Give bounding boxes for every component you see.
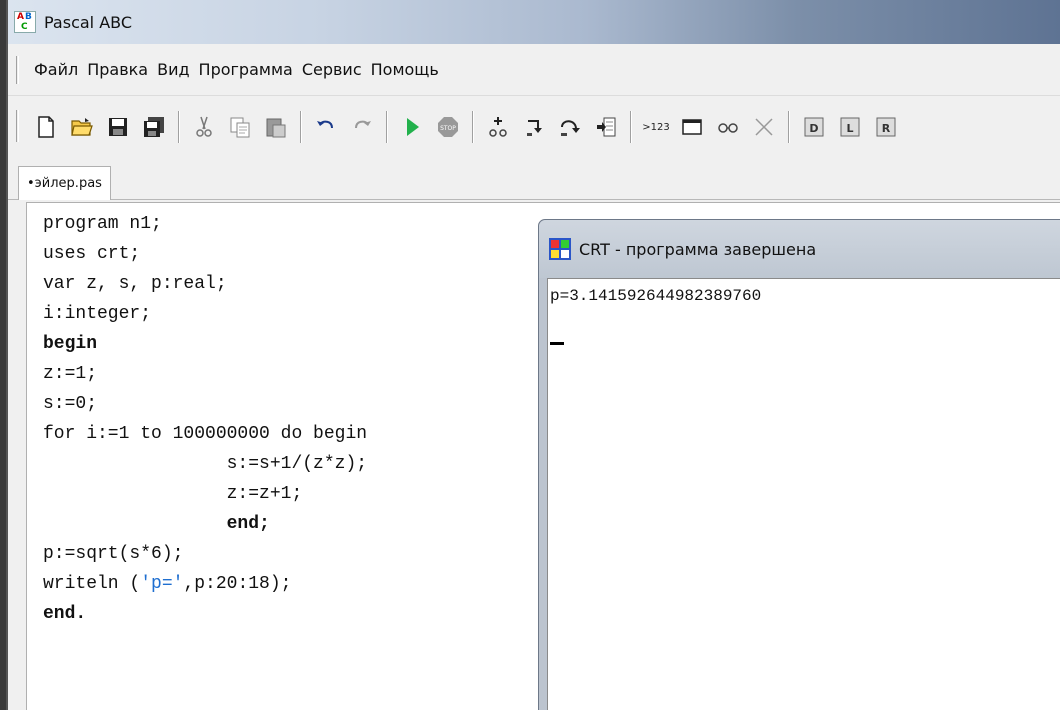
close-icon [755,118,773,136]
save-all-icon [144,117,164,137]
pascal-abc-window: ABC Pascal ABC Файл Правка Вид Программа… [6,0,1060,710]
code-line: p:=sqrt(s*6); [43,544,184,564]
menu-service[interactable]: Сервис [302,60,362,79]
debug-l-icon: L [840,117,860,137]
toolbar: STOP >123 D L R [8,96,1060,158]
menu-help[interactable]: Помощь [371,60,439,79]
stop-icon: STOP [438,117,458,137]
eval-expression-icon: >123 [642,121,670,133]
menu-file[interactable]: Файл [34,60,78,79]
code-line: i:integer; [43,304,152,324]
console-cursor [550,342,564,345]
code-line: end; [43,514,270,534]
crt-app-icon [549,238,571,260]
close-button[interactable] [752,115,776,139]
debug-r-button[interactable]: R [874,115,898,139]
crt-output-text: p=3.141592644982389760 [550,287,762,305]
debug-r-icon: R [876,117,896,137]
stop-button[interactable]: STOP [436,115,460,139]
debug-l-button[interactable]: L [838,115,862,139]
pascal-abc-app-icon: ABC [14,11,36,33]
paste-button[interactable] [264,115,288,139]
new-file-icon [38,116,54,138]
code-line: uses crt; [43,244,141,264]
debug-d-icon: D [804,117,824,137]
code-line: begin [43,334,98,354]
cut-button[interactable] [192,115,216,139]
save-all-button[interactable] [142,115,166,139]
debug-d-button[interactable]: D [802,115,826,139]
cut-icon [196,116,212,137]
add-watch-icon [489,117,507,137]
menu-edit[interactable]: Правка [87,60,148,79]
title-bar[interactable]: ABC Pascal ABC [8,0,1060,44]
undo-button[interactable] [314,115,338,139]
run-button[interactable] [400,115,424,139]
redo-icon [355,120,371,129]
step-over-button[interactable] [558,115,582,139]
redo-button[interactable] [350,115,374,139]
undo-icon [317,120,333,129]
toolbar-separator [386,111,388,143]
menu-program[interactable]: Программа [199,60,293,79]
crt-title-bar[interactable]: CRT - программа завершена [539,220,1060,278]
svg-text:L: L [846,122,853,135]
run-to-cursor-button[interactable] [594,115,618,139]
window-title: Pascal ABC [44,12,133,32]
toolbar-separator [472,111,474,143]
crt-window-title: CRT - программа завершена [579,239,817,259]
code-line: var z, s, p:real; [43,274,227,294]
code-line: program n1; [43,214,162,234]
toolbar-separator [178,111,180,143]
code-line: z:=z+1; [43,484,303,504]
copy-button[interactable] [228,115,252,139]
open-folder-icon [71,118,93,136]
code-line: end. [43,604,87,624]
step-over-icon [561,120,580,136]
eval-expression-button[interactable]: >123 [642,115,670,139]
code-line: s:=s+1/(z*z); [43,454,368,474]
svg-text:STOP: STOP [440,125,456,132]
watch-button[interactable] [716,115,740,139]
svg-text:R: R [882,122,891,135]
copy-icon [230,117,250,138]
crt-console[interactable]: p=3.141592644982389760 [547,278,1060,710]
run-to-cursor-icon [597,117,616,137]
toolbar-grip[interactable] [16,110,19,142]
code-line: z:=1; [43,364,98,384]
menu-bar: Файл Правка Вид Программа Сервис Помощь [8,44,1060,96]
step-into-button[interactable] [522,115,546,139]
string-literal: 'p=' [140,574,184,594]
new-file-button[interactable] [34,115,58,139]
output-window-icon [682,119,702,135]
code-line: for i:=1 to 100000000 do begin [43,424,368,444]
add-watch-button[interactable] [486,115,510,139]
toolbar-separator [630,111,632,143]
save-button[interactable] [106,115,130,139]
code-line: s:=0; [43,394,98,414]
menu-bar-grip[interactable] [16,56,19,84]
step-into-icon [527,120,542,136]
watch-icon [718,123,738,133]
toolbar-separator [788,111,790,143]
paste-icon [266,118,286,138]
toolbar-separator [300,111,302,143]
editor-tab-strip: •эйлер.pas [8,158,1060,200]
run-icon [407,118,419,136]
tab-euler-pas[interactable]: •эйлер.pas [18,166,111,200]
tab-label: •эйлер.pas [27,176,102,191]
crt-output-window[interactable]: CRT - программа завершена p=3.1415926449… [538,219,1060,710]
output-window-button[interactable] [680,115,704,139]
save-icon [109,118,127,136]
code-line-writeln: writeln ('p=',p:20:18); [43,574,292,594]
open-file-button[interactable] [70,115,94,139]
svg-text:D: D [809,122,818,135]
menu-view[interactable]: Вид [157,60,189,79]
